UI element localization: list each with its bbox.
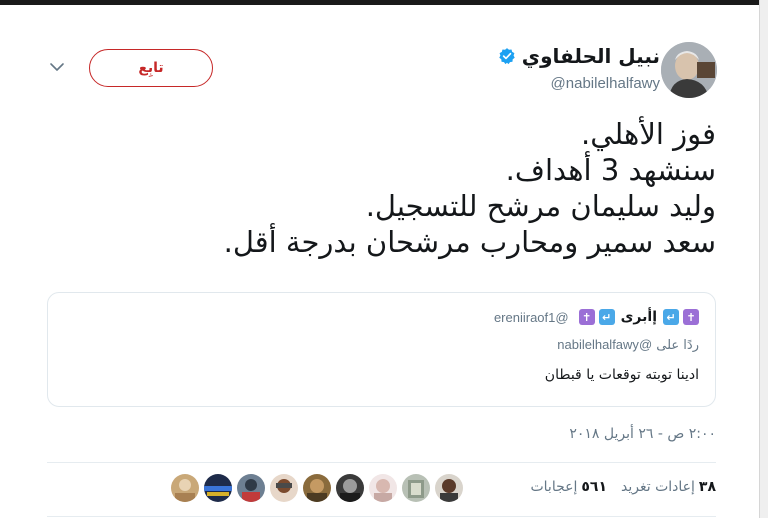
tweet-line: وليد سليمان مرشح للتسجيل. <box>365 189 716 223</box>
likes-count[interactable]: ٥٦١ <box>581 479 607 495</box>
reply-prefix: ردًا على <box>656 338 699 353</box>
quoted-author-name[interactable]: إأبرى <box>621 309 657 325</box>
liker-avatar[interactable] <box>402 474 430 502</box>
author-avatar[interactable] <box>661 42 717 98</box>
tweet-line: فوز الأهلي. <box>581 117 716 151</box>
quoted-tweet[interactable]: ✝ ↵ إأبرى ↵ ✝ @ereniiraof1 ردًا على @nab… <box>47 292 716 407</box>
liker-avatars <box>171 474 463 502</box>
retweets-count[interactable]: ٣٨ <box>699 479 716 495</box>
follow-button[interactable]: تابِع <box>89 49 213 87</box>
retweets-label[interactable]: إعادات تغريد <box>621 479 695 495</box>
divider <box>47 462 716 463</box>
liker-avatar[interactable] <box>237 474 265 502</box>
author-handle[interactable]: @nabilelhalfawy <box>551 75 660 92</box>
author-name-row: نبيل الحلفاوي <box>498 41 660 71</box>
likes-label[interactable]: إعجابات <box>530 479 577 495</box>
tweet-timestamp[interactable]: ٢:٠٠ ص - ٢٦ أبريل ٢٠١٨ <box>569 426 716 442</box>
quoted-tweet-text: ادينا توبته توقعات يا قبطان <box>544 367 699 383</box>
liker-avatar[interactable] <box>171 474 199 502</box>
chevron-down-icon[interactable] <box>48 60 66 74</box>
tweet-stats: ٣٨ إعادات تغريد ٥٦١ إعجابات <box>530 479 716 495</box>
tweet-line: سعد سمير ومحارب مرشحان بدرجة أقل. <box>223 225 716 259</box>
latin-cross-icon: ✝ <box>683 309 699 325</box>
latin-cross-icon: ✝ <box>578 309 595 325</box>
page-scrollbar[interactable] <box>759 0 768 518</box>
liker-avatar[interactable] <box>369 474 397 502</box>
liker-avatar[interactable] <box>435 474 463 502</box>
divider <box>47 516 716 517</box>
return-arrow-icon: ↵ <box>598 309 615 325</box>
author-name[interactable]: نبيل الحلفاوي <box>522 44 660 68</box>
verified-badge-icon <box>499 48 515 65</box>
tweet-line: سنشهد 3 أهداف. <box>505 153 716 187</box>
return-arrow-icon: ↵ <box>663 309 679 325</box>
quoted-header: ✝ ↵ إأبرى ↵ ✝ @ereniiraof1 <box>494 309 699 325</box>
tweet-text: فوز الأهلي. سنشهد 3 أهداف. وليد سليمان م… <box>116 116 716 260</box>
liker-avatar[interactable] <box>270 474 298 502</box>
reply-handle[interactable]: @nabilelhalfawy <box>557 337 652 352</box>
liker-avatar[interactable] <box>303 474 331 502</box>
quoted-reply-context: ردًا على @nabilelhalfawy <box>557 337 699 353</box>
liker-avatar[interactable] <box>336 474 364 502</box>
quoted-author-handle[interactable]: @ereniiraof1 <box>494 310 569 325</box>
liker-avatar[interactable] <box>204 474 232 502</box>
